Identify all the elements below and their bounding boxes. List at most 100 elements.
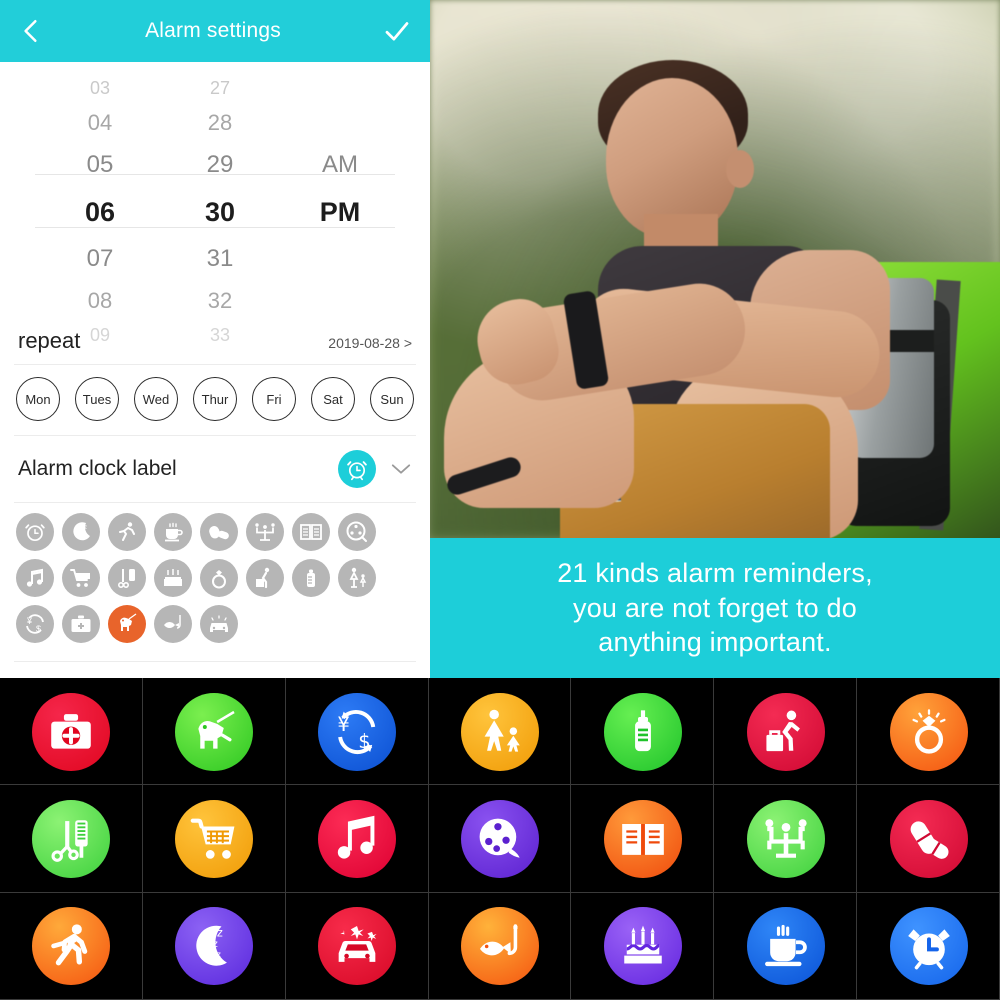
- ring-icon: [212, 570, 226, 589]
- shopping-cart-icon: [175, 799, 254, 878]
- meridiem-spacer: [280, 322, 400, 348]
- birthday-cake-icon[interactable]: [154, 559, 192, 597]
- dog-walk-icon[interactable]: [108, 605, 146, 643]
- parent-child-icon[interactable]: [338, 559, 376, 597]
- shopping-cart-icon: [70, 569, 90, 587]
- icon-cell-coffee-cup[interactable]: [714, 893, 857, 1000]
- meridiem-spacer: [280, 102, 400, 144]
- icon-cell-money-exchange[interactable]: ¥ $: [286, 678, 429, 785]
- minute-option[interactable]: 28: [160, 102, 280, 144]
- ring-icon: [889, 692, 968, 771]
- chevron-down-icon[interactable]: [390, 462, 412, 476]
- minute-option[interactable]: 29: [160, 144, 280, 186]
- weekday-tues[interactable]: Tues: [75, 377, 119, 421]
- minute-column[interactable]: 27 28 29 30 31 32 33: [160, 74, 280, 348]
- icon-cell-car-wash[interactable]: [286, 893, 429, 1000]
- running-icon[interactable]: [108, 513, 146, 551]
- caption-line-1: 21 kinds alarm reminders,: [557, 558, 873, 589]
- icon-cell-shopping-cart[interactable]: [143, 785, 286, 892]
- icon-cell-film-reel[interactable]: [429, 785, 572, 892]
- hour-option-selected[interactable]: 06: [40, 186, 160, 238]
- icon-cell-haircut[interactable]: [0, 785, 143, 892]
- photo-subject: [430, 0, 1000, 538]
- time-picker[interactable]: 03 04 05 06 07 08 09 27 28 29 30 31 32 3…: [0, 62, 430, 344]
- meeting-icon[interactable]: [246, 513, 284, 551]
- music-note-icon: [318, 799, 397, 878]
- hour-option[interactable]: 04: [40, 102, 160, 144]
- meridiem-column[interactable]: AM PM: [280, 74, 400, 348]
- music-note-icon[interactable]: [16, 559, 54, 597]
- fishing-icon[interactable]: [154, 605, 192, 643]
- hour-option[interactable]: 09: [40, 322, 160, 348]
- alarm-clock-icon[interactable]: [16, 513, 54, 551]
- icon-cell-parent-child[interactable]: [429, 678, 572, 785]
- icon-cell-ring[interactable]: [857, 678, 1000, 785]
- confirm-button[interactable]: [382, 16, 412, 46]
- weekday-selector[interactable]: Mon Tues Wed Thur Fri Sat Sun: [0, 365, 430, 435]
- icon-cell-fishing[interactable]: [429, 893, 572, 1000]
- first-aid-icon: [71, 615, 91, 632]
- haircut-icon[interactable]: [108, 559, 146, 597]
- icon-cell-alarm-clock[interactable]: [857, 893, 1000, 1000]
- icon-cell-dog-walk[interactable]: [143, 678, 286, 785]
- shopping-cart-icon[interactable]: [62, 559, 100, 597]
- minute-option[interactable]: 27: [160, 74, 280, 102]
- back-button[interactable]: [18, 18, 44, 44]
- phone-app-screen: Alarm settings 03 04 05 06 07 08 09 27 2…: [0, 0, 430, 678]
- icon-cell-first-aid[interactable]: [0, 678, 143, 785]
- ring-icon[interactable]: [200, 559, 238, 597]
- sleep-moon-icon: zzz: [175, 907, 254, 986]
- icon-cell-sleep-moon[interactable]: zzz: [143, 893, 286, 1000]
- first-aid-icon[interactable]: [62, 605, 100, 643]
- weekday-wed[interactable]: Wed: [134, 377, 178, 421]
- weekday-thur[interactable]: Thur: [193, 377, 237, 421]
- travel-luggage-icon: [256, 567, 270, 589]
- weekday-fri[interactable]: Fri: [252, 377, 296, 421]
- alarm-icon-palette[interactable]: z ¥ $: [0, 503, 430, 651]
- parent-child-icon: [460, 692, 539, 771]
- meridiem-spacer: [280, 280, 400, 322]
- pills-icon[interactable]: [200, 513, 238, 551]
- icon-cell-book[interactable]: [571, 785, 714, 892]
- alarm-label-row[interactable]: Alarm clock label: [0, 436, 430, 502]
- icon-cell-birthday-cake[interactable]: [571, 893, 714, 1000]
- weekday-sat[interactable]: Sat: [311, 377, 355, 421]
- first-aid-icon: [32, 692, 111, 771]
- minute-option[interactable]: 31: [160, 238, 280, 280]
- music-note-icon: [26, 568, 43, 587]
- icon-cell-baby-bottle[interactable]: [571, 678, 714, 785]
- minute-option-selected[interactable]: 30: [160, 186, 280, 238]
- icon-cell-meeting[interactable]: [714, 785, 857, 892]
- minute-option[interactable]: 33: [160, 322, 280, 348]
- divider: [14, 661, 416, 662]
- film-reel-icon: [346, 521, 367, 542]
- baby-bottle-icon[interactable]: [292, 559, 330, 597]
- meridiem-option-selected[interactable]: PM: [280, 186, 400, 238]
- money-exchange-icon[interactable]: ¥ $: [16, 605, 54, 643]
- weekday-sun[interactable]: Sun: [370, 377, 414, 421]
- hour-option[interactable]: 03: [40, 74, 160, 102]
- hour-column[interactable]: 03 04 05 06 07 08 09: [40, 74, 160, 348]
- icon-cell-pills[interactable]: [857, 785, 1000, 892]
- hour-option[interactable]: 08: [40, 280, 160, 322]
- minute-option[interactable]: 32: [160, 280, 280, 322]
- meridiem-option[interactable]: AM: [280, 144, 400, 186]
- coffee-cup-icon[interactable]: [154, 513, 192, 551]
- hour-option[interactable]: 07: [40, 238, 160, 280]
- sleep-moon-icon[interactable]: z: [62, 513, 100, 551]
- book-icon[interactable]: [292, 513, 330, 551]
- car-wash-icon[interactable]: [200, 605, 238, 643]
- icon-cell-music-note[interactable]: [286, 785, 429, 892]
- picker-selection-line-bottom: [35, 227, 395, 228]
- alarm-clock-icon[interactable]: [338, 450, 376, 488]
- film-reel-icon[interactable]: [338, 513, 376, 551]
- caption-line-3: anything important.: [598, 627, 832, 658]
- weekday-mon[interactable]: Mon: [16, 377, 60, 421]
- hour-option[interactable]: 05: [40, 144, 160, 186]
- icon-cell-running[interactable]: [0, 893, 143, 1000]
- alarm-clock-icon: [347, 461, 367, 481]
- check-icon: [385, 22, 409, 41]
- book-icon: [300, 524, 322, 540]
- travel-luggage-icon[interactable]: [246, 559, 284, 597]
- icon-cell-travel-luggage[interactable]: [714, 678, 857, 785]
